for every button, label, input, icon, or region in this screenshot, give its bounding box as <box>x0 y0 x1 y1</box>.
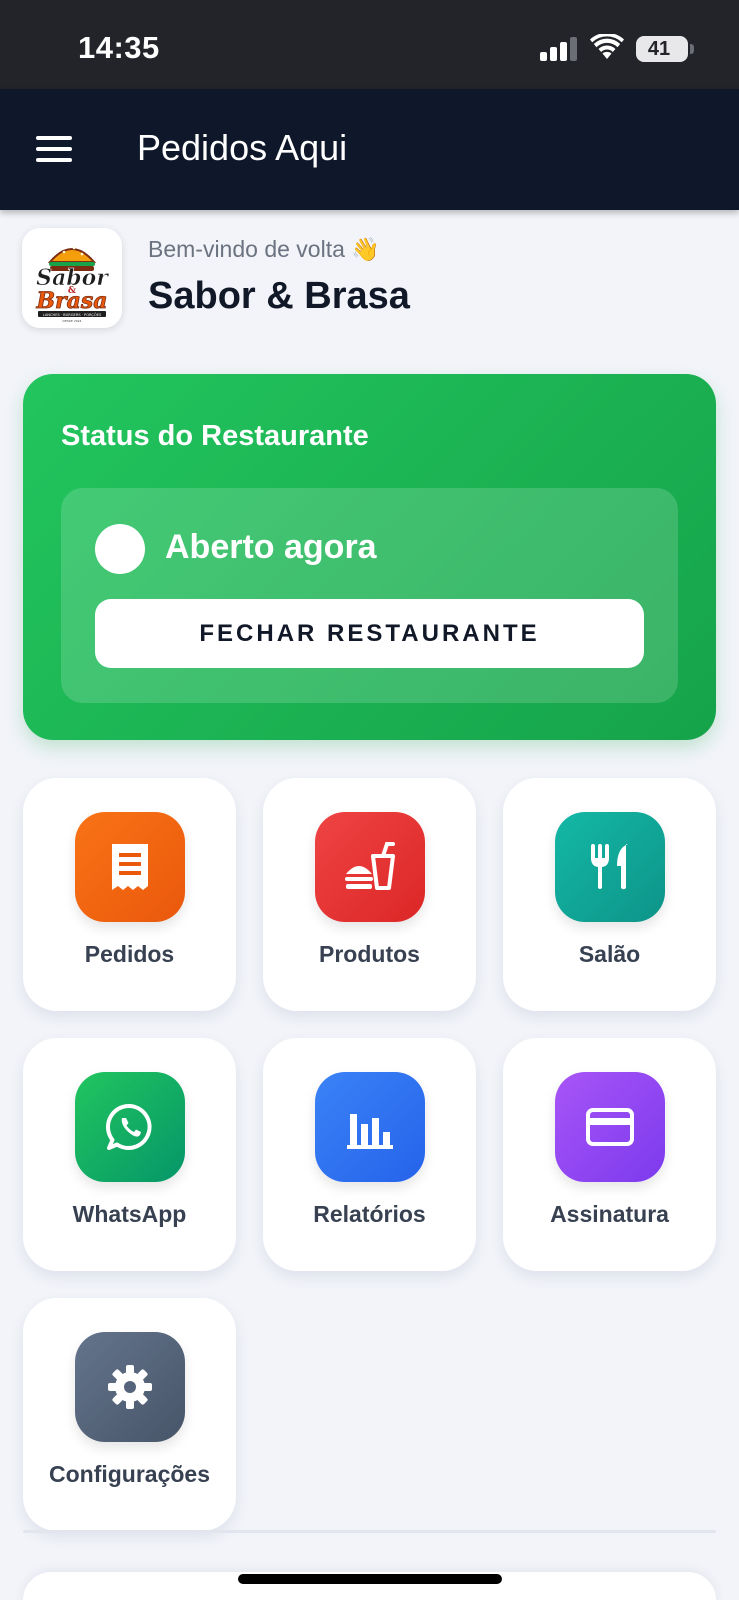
tile-label: Produtos <box>319 941 420 967</box>
status-bar: 14:35 41 <box>0 0 739 89</box>
tile-relatorios[interactable]: Relatórios <box>263 1038 476 1271</box>
tile-label: Configurações <box>48 1461 211 1487</box>
tile-assinatura[interactable]: Assinatura <box>503 1038 716 1271</box>
battery-level: 41 <box>647 38 671 60</box>
status-card-title: Status do Restaurante <box>61 420 369 452</box>
tile-whatsapp[interactable]: WhatsApp <box>23 1038 236 1271</box>
whatsapp-icon <box>75 1072 185 1182</box>
bar-chart-icon <box>315 1072 425 1182</box>
logo-text-brasa: Brasa <box>35 288 107 314</box>
status-time: 14:35 <box>78 30 160 65</box>
tile-produtos[interactable]: Produtos <box>263 778 476 1011</box>
tile-pedidos[interactable]: Pedidos <box>23 778 236 1011</box>
restaurant-name: Sabor & Brasa <box>148 275 410 317</box>
status-indicator-dot <box>95 524 145 574</box>
tile-label: Pedidos <box>84 941 175 967</box>
tile-label: WhatsApp <box>72 1201 187 1227</box>
gear-icon <box>75 1332 185 1442</box>
logo-tagline: LANCHES · BURGERS · PORÇÕES <box>43 312 102 317</box>
app-title: Pedidos Aqui <box>137 127 348 168</box>
divider <box>23 1530 716 1533</box>
restaurant-status-card: Status do Restaurante Aberto agora FECHA… <box>23 374 716 740</box>
wifi-icon <box>590 34 624 59</box>
status-panel: Aberto agora FECHAR RESTAURANTE <box>61 488 678 703</box>
status-text: Aberto agora <box>165 528 377 566</box>
tile-label: Relatórios <box>313 1201 426 1227</box>
tile-configuracoes[interactable]: Configurações <box>23 1298 236 1531</box>
tile-label: Salão <box>578 941 641 967</box>
restaurant-logo: Sabor & Brasa LANCHES · BURGERS · PORÇÕE… <box>22 228 122 328</box>
close-restaurant-button[interactable]: FECHAR RESTAURANTE <box>95 599 644 668</box>
signal-icon <box>540 37 578 61</box>
welcome-text: Bem-vindo de volta 👋 <box>148 236 380 262</box>
logo-since: DESDE 2024 <box>63 319 82 323</box>
tile-label: Assinatura <box>550 1201 669 1227</box>
home-indicator <box>238 1574 502 1584</box>
utensils-icon <box>555 812 665 922</box>
tile-salao[interactable]: Salão <box>503 778 716 1011</box>
fast-food-icon <box>315 812 425 922</box>
hamburger-menu-icon[interactable] <box>36 136 72 162</box>
battery-cap <box>690 44 694 54</box>
burger-logo-icon: Sabor & Brasa LANCHES · BURGERS · PORÇÕE… <box>22 228 122 328</box>
credit-card-icon <box>555 1072 665 1182</box>
app-bar: Pedidos Aqui <box>0 89 739 210</box>
receipt-icon <box>75 812 185 922</box>
battery-icon: 41 <box>636 36 688 62</box>
